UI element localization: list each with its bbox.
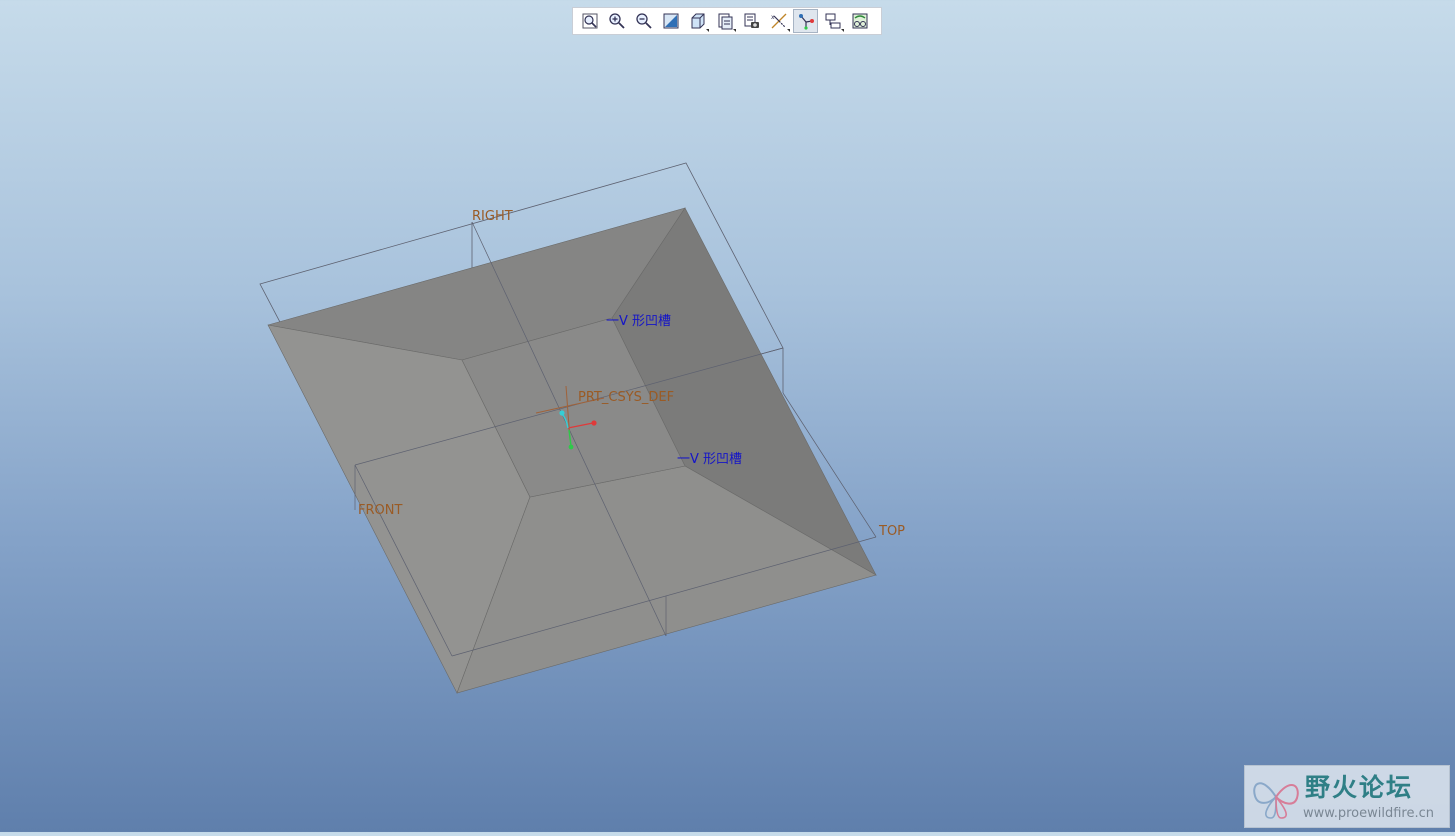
repaint-button[interactable]	[658, 9, 683, 33]
repaint-icon	[663, 13, 678, 29]
dropdown-arrow-icon	[706, 29, 709, 32]
zoom-out-icon	[635, 13, 652, 29]
feature-label-2[interactable]: 一V 形凹槽	[677, 452, 742, 467]
view-manager-button[interactable]	[739, 9, 764, 33]
dropdown-arrow-icon	[787, 29, 790, 32]
saved-orientations-button[interactable]	[712, 9, 737, 33]
view-manager-icon	[744, 13, 759, 28]
zoom-in-icon	[608, 13, 625, 29]
display-style-icon	[691, 13, 704, 29]
plane-label-front[interactable]: FRONT	[358, 503, 402, 518]
butterfly-logo-icon	[1253, 782, 1299, 819]
zoom-in-button[interactable]	[604, 9, 629, 33]
datum-display-button[interactable]: x	[766, 9, 791, 33]
svg-text:x: x	[771, 14, 775, 21]
annotation-display-icon	[825, 13, 840, 29]
csys-display-button[interactable]	[793, 9, 818, 33]
saved-orientations-icon	[718, 13, 732, 30]
view-toolbar: x	[572, 7, 882, 35]
spin-center-button[interactable]	[847, 9, 872, 33]
annotation-display-button[interactable]	[820, 9, 845, 33]
zoom-out-button[interactable]	[631, 9, 656, 33]
refit-button[interactable]	[577, 9, 602, 33]
model-view[interactable]: RIGHT FRONT TOP PRT_CSYS_DEF 一V 形凹槽 一V 形…	[0, 0, 1455, 832]
feature-label-1[interactable]: 一V 形凹槽	[606, 314, 671, 329]
plane-label-right[interactable]: RIGHT	[472, 209, 513, 224]
watermark-title: 野火论坛	[1305, 773, 1414, 802]
v-groove-part[interactable]	[267, 207, 877, 694]
datum-display-icon: x	[771, 13, 786, 29]
plane-label-top[interactable]: TOP	[878, 524, 905, 539]
spin-center-icon	[852, 13, 867, 29]
watermark-url: www.proewildfire.cn	[1303, 806, 1434, 821]
refit-icon	[582, 13, 597, 29]
csys-display-icon	[798, 14, 814, 30]
display-style-button[interactable]	[685, 9, 710, 33]
graphics-window[interactable]: RIGHT FRONT TOP PRT_CSYS_DEF 一V 形凹槽 一V 形…	[0, 0, 1455, 832]
dropdown-arrow-icon	[841, 29, 844, 32]
csys-label[interactable]: PRT_CSYS_DEF	[578, 390, 674, 405]
dropdown-arrow-icon	[733, 29, 736, 32]
forum-watermark: 野火论坛 www.proewildfire.cn	[1244, 765, 1450, 828]
